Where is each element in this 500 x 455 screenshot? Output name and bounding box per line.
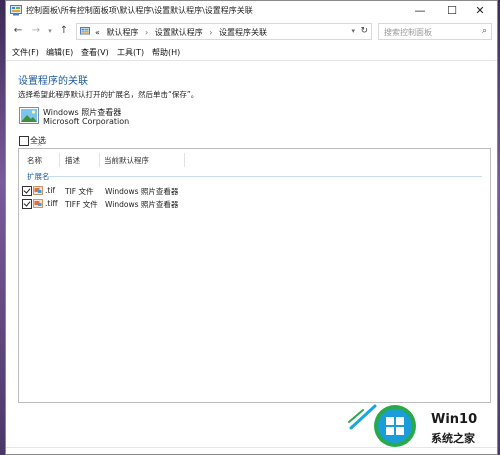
extension-name: .tiff xyxy=(45,199,58,208)
extension-description: TIFF 文件 xyxy=(65,200,98,209)
window-title: 控制面板\所有控制面板项\默认程序\设置默认程序\设置程序关联 xyxy=(26,6,253,15)
photo-viewer-icon xyxy=(19,107,39,124)
breadcrumb-item-set-default-programs[interactable]: 设置默认程序 xyxy=(155,28,203,37)
menu-view[interactable]: 查看(V) xyxy=(81,47,109,58)
menu-file[interactable]: 文件(F) xyxy=(12,47,39,58)
breadcrumb-item-set-associations[interactable]: 设置程序关联 xyxy=(219,28,267,37)
sort-indicator-icon: ^ xyxy=(37,144,43,151)
windows-logo-icon xyxy=(374,405,416,447)
list-item[interactable]: .tif TIF 文件 Windows 照片查看器 xyxy=(19,185,490,197)
forward-arrow-icon[interactable]: → xyxy=(30,25,42,36)
watermark: Win10 系统之家 xyxy=(345,400,500,455)
control-panel-window: 控制面板\所有控制面板项\默认程序\设置默认程序\设置程序关联 — ☐ ✕ ← … xyxy=(5,0,498,455)
close-button[interactable]: ✕ xyxy=(466,1,494,21)
checkbox[interactable] xyxy=(19,136,29,146)
minimize-button[interactable]: — xyxy=(406,1,434,21)
extension-name: .tif xyxy=(45,186,56,195)
recent-locations-dropdown-icon[interactable]: ▾ xyxy=(44,27,56,35)
extension-default-program: Windows 照片查看器 xyxy=(105,187,179,196)
address-bar[interactable]: « 默认程序 › 设置默认程序 › 设置程序关联 ▾ ↻ xyxy=(76,23,372,40)
control-panel-icon xyxy=(80,27,90,35)
control-panel-icon xyxy=(10,5,22,16)
up-arrow-icon[interactable]: ↑ xyxy=(58,25,70,36)
group-divider xyxy=(47,176,482,177)
search-placeholder: 搜索控制面板 xyxy=(384,28,432,37)
page-title: 设置程序的关联 xyxy=(18,76,88,87)
title-bar[interactable]: 控制面板\所有控制面板项\默认程序\设置默认程序\设置程序关联 — ☐ ✕ xyxy=(6,1,497,21)
column-header-description[interactable]: 描述 xyxy=(65,155,80,166)
breadcrumb: « 默认程序 › 设置默认程序 › 设置程序关联 xyxy=(95,27,271,38)
breadcrumb-item-default-programs[interactable]: 默认程序 xyxy=(106,28,138,37)
address-dropdown-icon[interactable]: ▾ xyxy=(351,27,355,35)
extension-list[interactable]: ^ 名称 描述 当前默认程序 扩展名 .tif TIF 文件 Windows 照… xyxy=(18,144,491,403)
search-input[interactable]: 搜索控制面板 ⌕ xyxy=(378,23,492,40)
watermark-title: Win10 xyxy=(431,412,478,427)
column-header-current-default[interactable]: 当前默认程序 xyxy=(104,155,149,166)
maximize-button[interactable]: ☐ xyxy=(438,1,466,21)
refresh-icon[interactable]: ↻ xyxy=(360,26,368,36)
search-icon[interactable]: ⌕ xyxy=(482,26,487,36)
program-publisher: Microsoft Corporation xyxy=(43,117,130,126)
list-item[interactable]: .tiff TIFF 文件 Windows 照片查看器 xyxy=(19,198,490,210)
column-header-name[interactable]: 名称 xyxy=(27,155,42,166)
menu-tools[interactable]: 工具(T) xyxy=(117,47,144,58)
row-checkbox[interactable] xyxy=(22,186,32,196)
back-arrow-icon[interactable]: ← xyxy=(12,25,24,36)
extension-default-program: Windows 照片查看器 xyxy=(105,200,179,209)
breadcrumb-overflow[interactable]: « xyxy=(95,28,100,37)
extension-description: TIF 文件 xyxy=(65,187,94,196)
row-checkbox[interactable] xyxy=(22,199,32,209)
image-file-icon xyxy=(33,199,43,208)
menu-help[interactable]: 帮助(H) xyxy=(152,47,180,58)
image-file-icon xyxy=(33,186,43,195)
instruction-text: 选择希望此程序默认打开的扩展名，然后单击“保存”。 xyxy=(18,90,199,99)
menu-bar: 文件(F) 编辑(E) 查看(V) 工具(T) 帮助(H) xyxy=(6,43,497,59)
navigation-bar: ← → ▾ ↑ « 默认程序 › 设置默认程序 › 设置程序关联 ▾ ↻ 搜索控… xyxy=(6,21,497,43)
watermark-subtitle: 系统之家 xyxy=(431,432,475,445)
column-separator[interactable] xyxy=(59,153,60,167)
breadcrumb-separator[interactable]: › xyxy=(145,28,148,37)
menu-edit[interactable]: 编辑(E) xyxy=(46,47,73,58)
column-separator[interactable] xyxy=(99,153,100,167)
column-separator[interactable] xyxy=(184,153,185,167)
breadcrumb-separator[interactable]: › xyxy=(209,28,212,37)
menu-divider xyxy=(6,60,497,61)
